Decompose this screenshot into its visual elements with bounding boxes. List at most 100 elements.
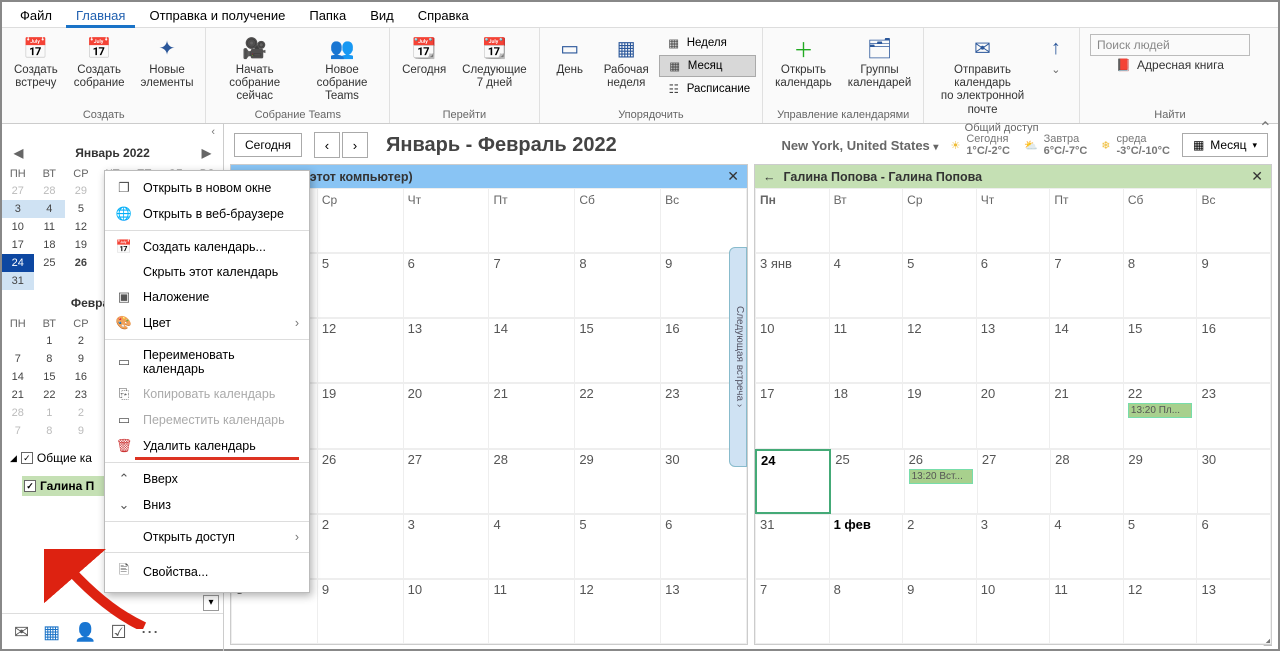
send-calendar-button[interactable]: ✉Отправить календарь по электронной почт… <box>930 32 1035 119</box>
workweek-view-button[interactable]: ▦Рабочая неделя <box>598 32 655 92</box>
calendar-cell[interactable]: 4 <box>489 514 575 579</box>
calendar-cell[interactable]: 6 <box>1197 514 1271 579</box>
calendar-cell[interactable]: 10 <box>755 318 830 383</box>
open-calendar-button[interactable]: ＋Открыть календарь <box>769 32 838 92</box>
calendar-cell[interactable]: 13 <box>661 579 747 644</box>
calendar-cell[interactable]: 21 <box>489 383 575 448</box>
calendar-cell[interactable]: 10 <box>977 579 1051 644</box>
week-view-button[interactable]: ▦Неделя <box>659 32 756 54</box>
calendar-cell[interactable]: 14 <box>489 318 575 383</box>
calendar-cell[interactable]: 2 <box>318 514 404 579</box>
goto-today-button[interactable]: 📆Сегодня <box>396 32 452 79</box>
calendar-cell[interactable]: 13 <box>404 318 490 383</box>
calendar-nav-icon[interactable]: ▦ <box>43 622 60 643</box>
people-nav-icon[interactable]: 👤 <box>74 622 96 643</box>
calendar-cell[interactable]: 12 <box>903 318 977 383</box>
nav-options-button[interactable]: ▾ <box>203 595 219 611</box>
calendar-cell[interactable]: 5 <box>903 253 977 318</box>
calendar-cell[interactable]: 6 <box>404 253 490 318</box>
calendar-cell[interactable]: 8 <box>1124 253 1198 318</box>
tab-folder[interactable]: Папка <box>299 4 356 27</box>
calendar-cell[interactable]: 20 <box>404 383 490 448</box>
calendar-cell[interactable]: 9 <box>318 579 404 644</box>
calendar-cell[interactable]: 9 <box>903 579 977 644</box>
close-icon[interactable]: ✕ <box>727 168 739 185</box>
calendar-cell[interactable]: 24 <box>755 449 831 514</box>
calendar-cell[interactable]: 13 <box>1197 579 1271 644</box>
calendar-cell[interactable]: 8 <box>575 253 661 318</box>
calendar-cell[interactable]: 31 <box>755 514 830 579</box>
calendar-cell[interactable]: 19 <box>903 383 977 448</box>
calendar-cell[interactable]: 17 <box>755 383 830 448</box>
tab-file[interactable]: Файл <box>10 4 62 27</box>
calendar-cell[interactable]: 25 <box>831 449 904 514</box>
view-selector[interactable]: ▦Месяц▾ <box>1182 133 1268 157</box>
next-month-icon[interactable]: ▶ <box>198 146 215 160</box>
address-book-button[interactable]: 📕Адресная книга <box>1116 58 1224 72</box>
calendar-cell[interactable]: 22 <box>575 383 661 448</box>
tab-view[interactable]: Вид <box>360 4 404 27</box>
checkbox-icon[interactable]: ✓ <box>24 480 36 492</box>
ctx-overlay[interactable]: ▣Наложение <box>105 284 309 310</box>
calendar-cell[interactable]: 16 <box>1197 318 1271 383</box>
calendar-cell[interactable]: 19 <box>318 383 404 448</box>
tasks-nav-icon[interactable]: ☑ <box>111 622 127 643</box>
share-up-button[interactable]: ↑⌄ <box>1039 32 1073 79</box>
calendar-cell[interactable]: 5 <box>1124 514 1198 579</box>
ctx-color[interactable]: 🎨Цвет› <box>105 310 309 336</box>
calendar-cell[interactable]: 15 <box>1124 318 1198 383</box>
calendar-cell[interactable]: 29 <box>1124 449 1197 514</box>
next-appointment-strip[interactable]: Следующая встреча › <box>729 247 747 467</box>
calendar-cell[interactable]: 14 <box>1050 318 1124 383</box>
mail-nav-icon[interactable]: ✉ <box>14 622 29 643</box>
calendar-cell[interactable]: 1 фев <box>830 514 904 579</box>
tab-home[interactable]: Главная <box>66 4 135 27</box>
calendar-cell[interactable]: 5 <box>575 514 661 579</box>
calendar-groups-button[interactable]: 🗂Группы календарей <box>842 32 917 92</box>
location-picker[interactable]: New York, United States ▾ <box>781 138 938 153</box>
ctx-hide-calendar[interactable]: Скрыть этот календарь <box>105 260 309 284</box>
prev-month-icon[interactable]: ◀ <box>10 146 27 160</box>
collapse-nav-icon[interactable]: ‹ <box>211 126 215 138</box>
new-teams-meeting-button[interactable]: 👥Новое собрание Teams <box>301 32 383 106</box>
calendar-cell[interactable]: 7 <box>755 579 830 644</box>
calendar-cell[interactable]: 3 <box>977 514 1051 579</box>
calendar-cell[interactable]: 21 <box>1050 383 1124 448</box>
ctx-up[interactable]: ⌃Вверх <box>105 466 309 492</box>
calendar-cell[interactable]: 11 <box>1050 579 1124 644</box>
calendar-cell[interactable]: 6 <box>977 253 1051 318</box>
calendar-cell[interactable]: 23 <box>1197 383 1271 448</box>
calendar-cell[interactable]: 26 <box>318 449 404 514</box>
calendar-cell[interactable]: 4 <box>830 253 904 318</box>
calendar-cell[interactable]: 9 <box>1197 253 1271 318</box>
calendar-cell[interactable]: 4 <box>1050 514 1124 579</box>
calendar-cell[interactable]: 5 <box>318 253 404 318</box>
ctx-properties[interactable]: 🖹Свойства... <box>105 556 309 588</box>
schedule-view-button[interactable]: ☷Расписание <box>659 78 756 100</box>
close-icon[interactable]: ✕ <box>1251 168 1263 185</box>
ctx-down[interactable]: ⌄Вниз <box>105 492 309 518</box>
calendar-cell[interactable]: 12 <box>1124 579 1198 644</box>
calendar-cell[interactable]: 11 <box>489 579 575 644</box>
next-button[interactable]: › <box>342 132 368 158</box>
calendar-cell[interactable]: 7 <box>1050 253 1124 318</box>
calendar-cell[interactable]: 6 <box>661 514 747 579</box>
today-button[interactable]: Сегодня <box>234 133 302 157</box>
tab-help[interactable]: Справка <box>408 4 479 27</box>
ctx-open-browser[interactable]: 🌐Открыть в веб-браузере <box>105 201 309 227</box>
calendar-cell[interactable]: 12 <box>575 579 661 644</box>
calendar-cell[interactable]: 28 <box>1051 449 1124 514</box>
calendar-cell[interactable]: 27 <box>404 449 490 514</box>
next-7-days-button[interactable]: 📆Следующие 7 дней <box>456 32 533 92</box>
checkbox-icon[interactable]: ✓ <box>21 452 33 464</box>
day-view-button[interactable]: ▭День <box>546 32 594 79</box>
meet-now-button[interactable]: 🎥Начать собрание сейчас <box>212 32 296 106</box>
calendar-cell[interactable]: 2 <box>903 514 977 579</box>
calendar-cell[interactable]: 29 <box>575 449 661 514</box>
calendar-cell[interactable]: 3 янв <box>755 253 830 318</box>
calendar-cell[interactable]: 18 <box>830 383 904 448</box>
calendar-cell[interactable]: 2213:20 Пл... <box>1124 383 1198 448</box>
calendar-cell[interactable]: 11 <box>830 318 904 383</box>
calendar-cell[interactable]: 10 <box>404 579 490 644</box>
arrow-left-icon[interactable]: ← <box>763 170 776 184</box>
